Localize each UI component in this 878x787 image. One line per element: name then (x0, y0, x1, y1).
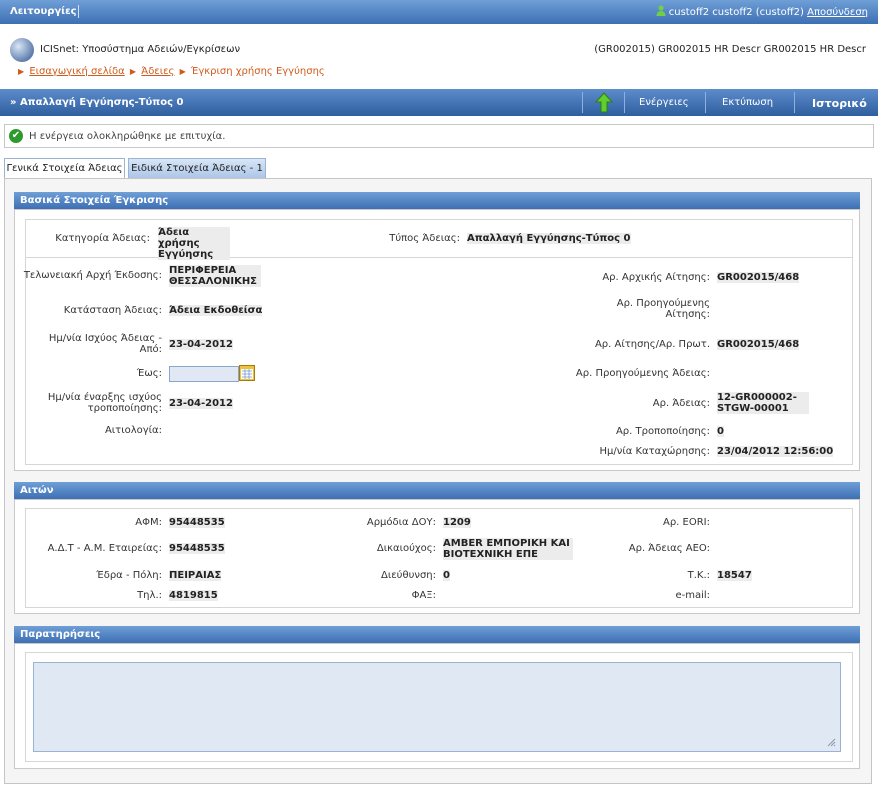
doy-value: 1209 (443, 517, 471, 528)
app-proto-value: GR002015/468 (717, 339, 800, 350)
valid-from-value: 23-04-2012 (169, 339, 233, 350)
adt-value: 95448535 (169, 543, 225, 554)
license-no-label: Αρ. Άδειας: (652, 398, 710, 409)
user-name: custoff2 custoff2 (custoff2) (668, 7, 804, 18)
checkmark-icon: ✔ (9, 129, 23, 143)
app-name: ICISnet: Υποσύστημα Αδειών/Εγκρίσεων (40, 44, 241, 55)
amend-no-value: 0 (717, 426, 724, 437)
valid-from-label: Ημ/νία Ισχύος Άδειας - Από: (48, 333, 162, 355)
functions-menu[interactable]: Λειτουργίες (10, 6, 77, 17)
adt-label: Α.Δ.Τ - Α.Μ. Εταιρείας: (47, 543, 162, 554)
page-title-bar: » Απαλλαγή Εγγύησης-Τύπος 0 Ενέργειες Εκ… (0, 89, 878, 116)
registered-value: 23/04/2012 12:56:00 (717, 446, 834, 457)
fax-label: ΦΑΞ: (411, 590, 436, 601)
toolbar-divider (794, 92, 795, 113)
menu-divider (78, 5, 79, 18)
zip-value: 18547 (717, 570, 752, 581)
customs-office-label: Τελωνειακή Αρχή Έκδοσης: (23, 270, 162, 281)
calendar-icon[interactable] (239, 365, 255, 381)
basic-section-header: Βασικά Στοιχεία Έγκρισης (14, 192, 860, 209)
toolbar-divider (705, 92, 706, 113)
status-label: Κατάσταση Άδειας: (63, 305, 162, 316)
breadcrumb-arrow-icon: ▶ (18, 67, 25, 76)
success-message-box: ✔ Η ενέργεια ολοκληρώθηκε με επιτυχία. (4, 124, 874, 148)
breadcrumb-licenses-link[interactable]: Άδειες (141, 66, 174, 77)
notes-textarea[interactable] (33, 662, 841, 752)
prev-license-label: Αρ. Προηγούμενης Άδειας: (575, 368, 710, 379)
aeo-label: Αρ. Άδειας AEO: (628, 543, 710, 554)
prev-app-label: Αρ. Προηγούμενης Αίτησης: (616, 298, 710, 320)
resize-grip-icon[interactable] (827, 738, 836, 747)
breadcrumb: ▶ Εισαγωγική σελίδα ▶ Άδειες ▶ Έγκριση χ… (16, 66, 325, 77)
status-value: Άδεια Εκδοθείσα (169, 305, 263, 316)
valid-to-label: Έως: (136, 368, 162, 379)
justification-label: Αιτιολογία: (104, 425, 162, 436)
doy-label: Αρμόδια ΔΟΥ: (366, 517, 436, 528)
amend-start-label: Ημ/νία έναρξης ισχύος τροποποίησης: (47, 392, 162, 414)
customs-office-value: ΠΕΡΙΦΕΡΕΙΑ ΘΕΣΣΑΛΟΝΙΚΗΣ (169, 265, 261, 287)
notes-section-header: Παρατηρήσεις (14, 626, 860, 643)
afm-value: 95448535 (169, 517, 225, 528)
type-label: Τύπος Άδειας: (389, 233, 460, 244)
initial-app-value: GR002015/468 (717, 272, 800, 283)
logout-link[interactable]: Αποσύνδεση (807, 7, 868, 18)
user-status: custoff2 custoff2 (custoff2) Αποσύνδεση (656, 5, 868, 18)
category-label: Κατηγορία Άδειας: (55, 233, 150, 244)
phone-value: 4819815 (169, 590, 218, 601)
eori-label: Αρ. EORI: (662, 517, 710, 528)
phone-label: Τηλ.: (137, 590, 162, 601)
amend-start-value: 23-04-2012 (169, 398, 233, 409)
history-button[interactable]: Ιστορικό (812, 97, 867, 110)
tab-specific[interactable]: Ειδικά Στοιχεία Άδειας - 1 (128, 158, 266, 179)
applicant-section-header: Αιτών (14, 482, 860, 499)
address-label: Διεύθυνση: (381, 570, 436, 581)
category-value: Άδεια χρήσης Εγγύησης (158, 227, 230, 260)
toolbar-divider (582, 92, 583, 113)
owner-value: AMBER ΕΜΠΟΡΙΚΗ ΚΑΙ ΒΙΟΤΕΧΝΙΚΗ ΕΠΕ (443, 538, 573, 560)
city-label: Έδρα - Πόλη: (96, 570, 162, 581)
type-value: Απαλλαγή Εγγύησης-Τύπος 0 (467, 233, 631, 244)
app-logo-icon (10, 38, 34, 62)
page-title: » Απαλλαγή Εγγύησης-Τύπος 0 (10, 97, 184, 108)
address-value: 0 (443, 570, 450, 581)
email-label: e-mail: (675, 590, 710, 601)
actions-button[interactable]: Ενέργειες (639, 97, 689, 108)
zip-label: Τ.Κ.: (687, 570, 710, 581)
registered-label: Ημ/νία Καταχώρησης: (599, 446, 710, 457)
toolbar-divider (624, 92, 625, 113)
afm-label: ΑΦΜ: (135, 517, 162, 528)
initial-app-label: Αρ. Αρχικής Αίτησης: (602, 272, 710, 283)
app-proto-label: Αρ. Αίτησης/Αρ. Πρωτ. (594, 339, 710, 350)
license-no-value: 12-GR000002-STGW-00001 (717, 392, 809, 414)
owner-label: Δικαιούχος: (376, 543, 436, 554)
amend-no-label: Αρ. Τροποποίησης: (615, 426, 710, 437)
tab-general[interactable]: Γενικά Στοιχεία Άδειας (4, 158, 125, 179)
top-menu-bar: Λειτουργίες custoff2 custoff2 (custoff2)… (0, 0, 878, 24)
user-info: (GR002015) GR002015 HR Descr GR002015 HR… (594, 44, 866, 55)
valid-to-date-input[interactable] (169, 366, 239, 382)
city-value: ΠΕΙΡΑΙΑΣ (169, 570, 222, 581)
breadcrumb-current: Έγκριση χρήσης Εγγύησης (190, 66, 325, 77)
success-message: Η ενέργεια ολοκληρώθηκε με επιτυχία. (29, 131, 226, 142)
breadcrumb-home-link[interactable]: Εισαγωγική σελίδα (29, 66, 124, 77)
breadcrumb-arrow-icon: ▶ (129, 67, 137, 76)
print-button[interactable]: Εκτύπωση (722, 97, 773, 108)
user-icon (656, 5, 666, 16)
breadcrumb-arrow-icon: ▶ (179, 67, 186, 76)
up-arrow-icon[interactable] (594, 92, 614, 113)
